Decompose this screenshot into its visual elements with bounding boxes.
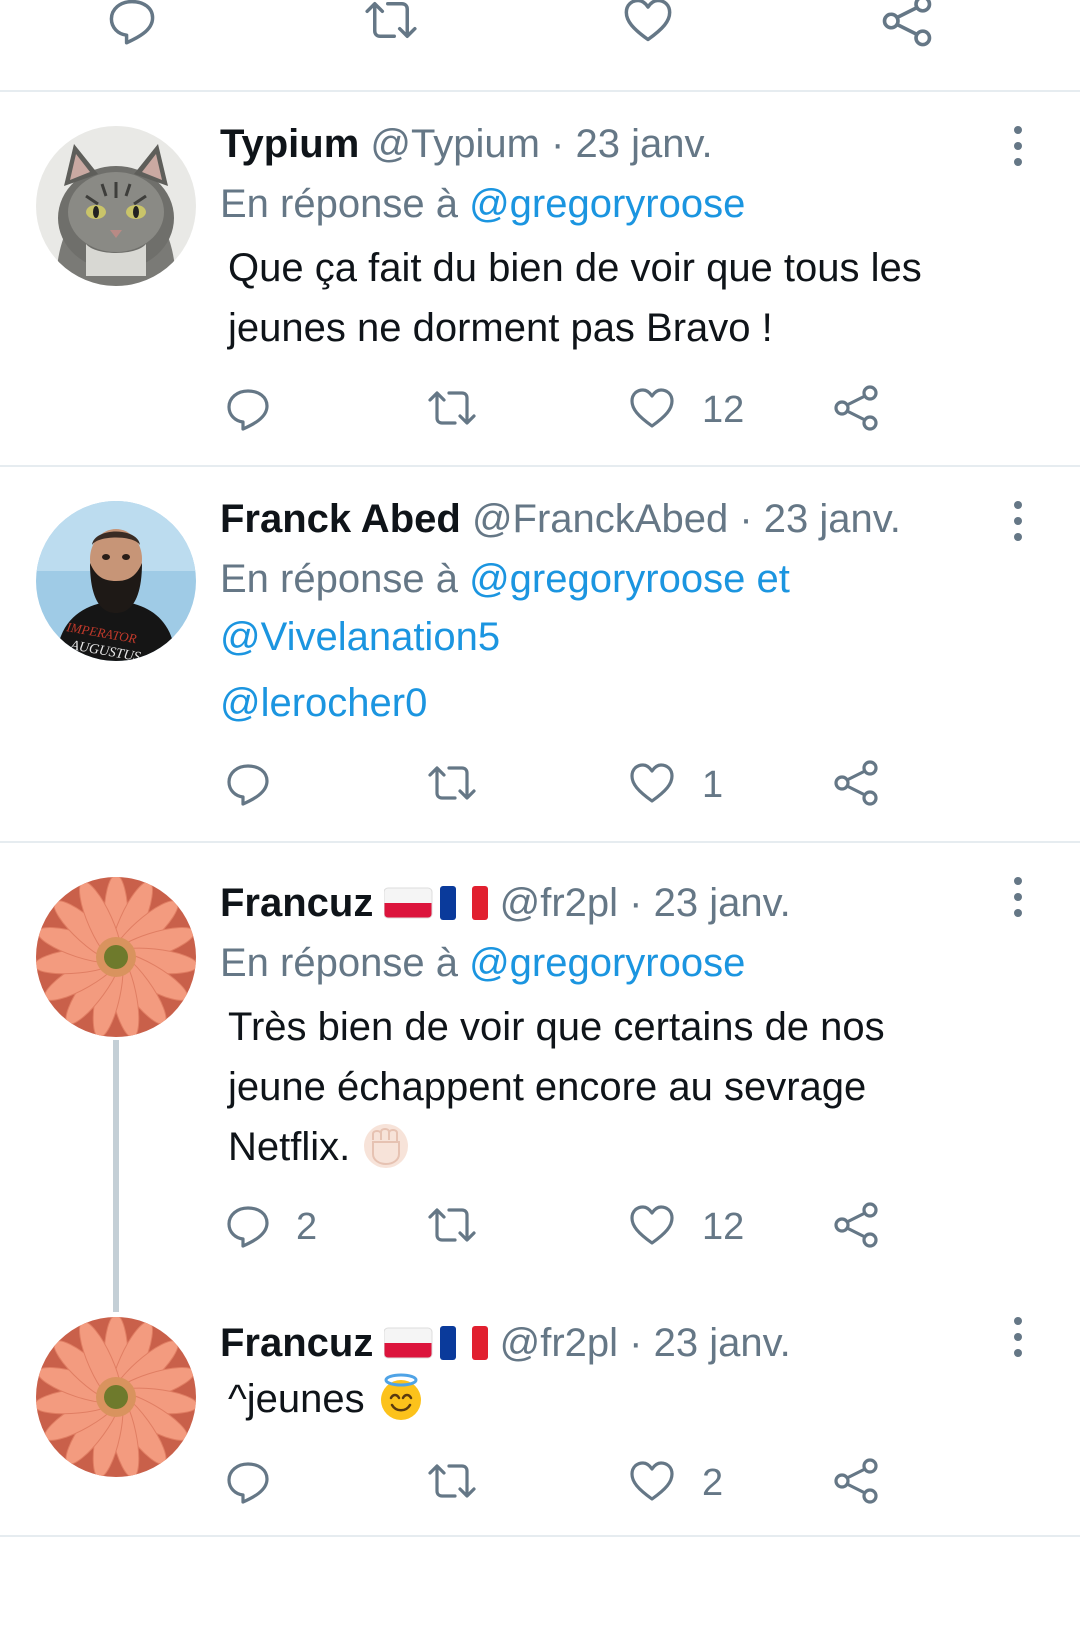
reply-icon[interactable] (224, 1201, 272, 1249)
timestamp[interactable]: · 23 janv. (739, 497, 901, 541)
flower-avatar-image (36, 1317, 196, 1477)
heart-icon[interactable] (628, 759, 676, 807)
reply-to-link[interactable]: @gregoryroose (469, 941, 745, 985)
tweet-text-line: Très bien de voir que certains de nos (228, 1005, 885, 1049)
tweet-text-line: Netflix. (228, 1125, 351, 1169)
tweet-header: Francuz @fr2pl · 23 janv. (220, 1313, 791, 1373)
display-name[interactable]: Francuz (220, 1321, 373, 1365)
retweet-icon[interactable] (360, 0, 422, 46)
handle[interactable]: @Typium (370, 122, 540, 166)
reply-to-link[interactable]: @gregoryroose (469, 182, 745, 226)
tweet[interactable]: IMPERATOR AUGUSTUS Franck Abed @FranckAb… (0, 467, 1080, 841)
reply-count: 2 (296, 1206, 318, 1248)
display-name[interactable]: Franck Abed (220, 497, 461, 541)
retweet-icon[interactable] (424, 759, 480, 807)
avatar[interactable]: IMPERATOR AUGUSTUS (36, 501, 196, 661)
tweet-header: Typium @Typium · 23 janv. (220, 114, 713, 174)
handle[interactable]: @fr2pl (500, 881, 618, 925)
tweet[interactable]: Typium @Typium · 23 janv. En réponse à @… (0, 92, 1080, 466)
avatar[interactable] (36, 126, 196, 286)
display-name[interactable]: Francuz (220, 881, 373, 925)
tweet-text: ^jeunes (228, 1369, 1028, 1429)
reply-context: En réponse à @gregoryroose (220, 933, 745, 993)
handle[interactable]: @FranckAbed (472, 497, 728, 541)
tweet-text-line: ^jeunes (228, 1377, 365, 1421)
reply-prefix: En réponse à (220, 941, 458, 985)
tweet-header: Francuz @fr2pl · 23 janv. (220, 873, 791, 933)
display-name[interactable]: Typium (220, 122, 359, 166)
tweet[interactable]: Francuz @fr2pl · 23 janv. ^jeunes 2 (0, 1283, 1080, 1533)
reply-icon[interactable] (224, 384, 272, 432)
reply-prefix: En réponse à (220, 182, 458, 226)
timestamp[interactable]: · 23 janv. (551, 122, 713, 166)
heart-icon[interactable] (628, 384, 676, 432)
tweet-text-line: Que ça fait du bien de voir que tous les (228, 246, 922, 290)
reply-to-link[interactable]: @gregoryroose et (469, 557, 790, 601)
reply-context: En réponse à @gregoryroose et (220, 549, 790, 609)
share-icon[interactable] (832, 1457, 880, 1505)
avatar[interactable] (36, 1317, 196, 1477)
heart-icon[interactable] (622, 0, 674, 46)
like-count: 12 (702, 1206, 745, 1248)
share-icon[interactable] (832, 759, 880, 807)
more-vertical-icon[interactable] (1008, 499, 1028, 543)
poland-france-flags-icon (384, 882, 488, 922)
handle[interactable]: @fr2pl (500, 1321, 618, 1365)
more-vertical-icon[interactable] (1008, 124, 1028, 168)
reply-context: En réponse à @gregoryroose (220, 174, 745, 234)
retweet-icon[interactable] (424, 1457, 480, 1505)
like-count: 1 (702, 764, 724, 806)
tweet-text: Très bien de voir que certains de nos je… (228, 997, 1028, 1177)
previous-tweet-actions (0, 0, 1080, 92)
more-vertical-icon[interactable] (1008, 1315, 1028, 1359)
reply-icon[interactable] (224, 1457, 272, 1505)
avatar[interactable] (36, 877, 196, 1037)
tweet-text: Que ça fait du bien de voir que tous les… (228, 238, 1028, 358)
share-icon[interactable] (832, 384, 880, 432)
poland-france-flags-icon (384, 1322, 488, 1362)
retweet-icon[interactable] (424, 384, 480, 432)
tweet[interactable]: Francuz @fr2pl · 23 janv. En réponse à @… (0, 843, 1080, 1283)
tweet-text-line: jeunes ne dorment pas Bravo ! (228, 306, 773, 350)
timestamp[interactable]: · 23 janv. (629, 1321, 791, 1365)
tweet-text-line: jeune échappent encore au sevrage (228, 1065, 867, 1109)
more-vertical-icon[interactable] (1008, 875, 1028, 919)
reply-to-link[interactable]: @Vivelanation5 (220, 607, 500, 667)
raised-fist-emoji-icon (364, 1124, 409, 1169)
share-icon[interactable] (832, 1201, 880, 1249)
timestamp[interactable]: · 23 janv. (629, 881, 791, 925)
divider (0, 1535, 1080, 1537)
reply-icon[interactable] (106, 0, 158, 46)
tweet-header: Franck Abed @FranckAbed · 23 janv. (220, 489, 901, 549)
cat-avatar-image (36, 126, 196, 286)
mention-link[interactable]: @lerocher0 (220, 673, 427, 733)
person-avatar-image: IMPERATOR AUGUSTUS (36, 501, 196, 661)
tweet-text-line-with-emoji: Netflix. (228, 1117, 1028, 1177)
flower-avatar-image (36, 877, 196, 1037)
like-count: 12 (702, 389, 745, 431)
smiling-face-with-halo-emoji-icon (380, 1373, 421, 1421)
retweet-icon[interactable] (424, 1201, 480, 1249)
share-icon[interactable] (880, 0, 934, 48)
reply-prefix: En réponse à (220, 557, 458, 601)
heart-icon[interactable] (628, 1457, 676, 1505)
reply-icon[interactable] (224, 759, 272, 807)
heart-icon[interactable] (628, 1201, 676, 1249)
like-count: 2 (702, 1462, 724, 1504)
